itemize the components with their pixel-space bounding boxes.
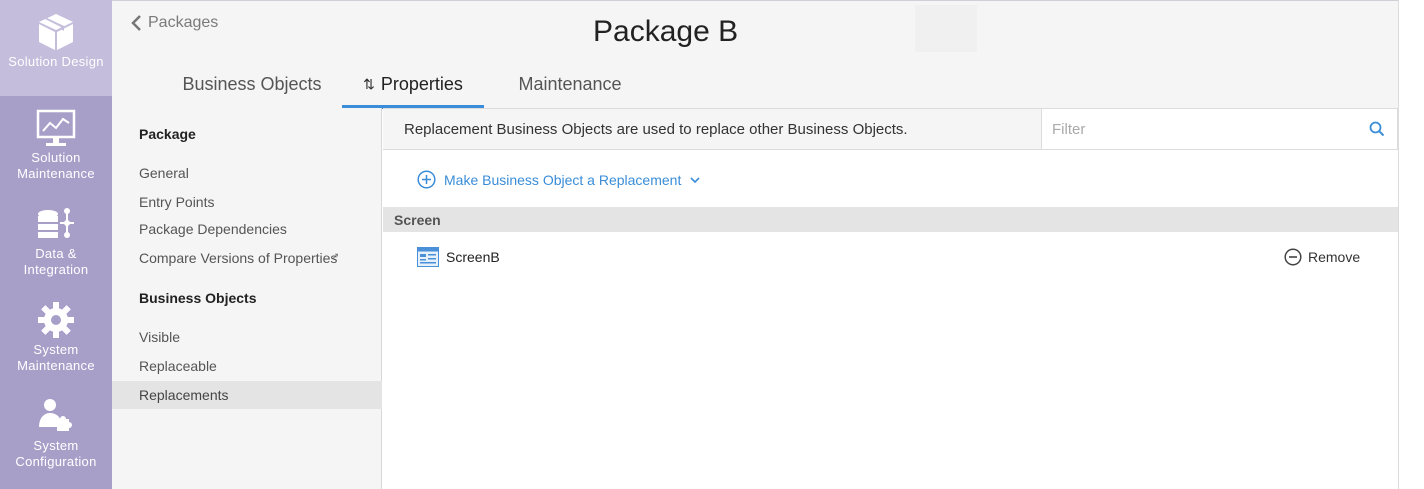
make-replacement-button[interactable]: Make Business Object a Replacement	[417, 170, 701, 189]
nav-label: System Configuration	[15, 438, 97, 469]
make-replacement-label: Make Business Object a Replacement	[444, 171, 682, 188]
filter-box	[1041, 108, 1398, 150]
nav-label: Solution Design	[8, 54, 104, 69]
database-icon	[36, 204, 76, 244]
menu-item-package-dependencies[interactable]: Package Dependencies	[112, 215, 382, 243]
box-icon	[36, 12, 76, 52]
nav-item-system-maintenance[interactable]: System Maintenance	[0, 288, 112, 384]
nav-item-solution-design[interactable]: Solution Design	[0, 0, 112, 96]
left-nav: Solution Design Solution Maintenance Dat…	[0, 0, 112, 489]
row-label: ScreenB	[446, 249, 500, 265]
replacements-content: Replacement Business Objects are used to…	[383, 108, 1398, 489]
menu-item-compare-versions[interactable]: Compare Versions of Properties ↗	[112, 244, 382, 272]
chevron-left-icon	[131, 15, 141, 31]
menu-item-label: Compare Versions of Properties	[139, 250, 338, 266]
plus-circle-icon	[417, 170, 436, 189]
menu-item-replaceable[interactable]: Replaceable	[112, 352, 382, 380]
nav-label: Data & Integration	[23, 246, 89, 277]
external-link-icon: ↗	[331, 250, 339, 261]
menu-heading-business-objects: Business Objects	[139, 290, 257, 306]
group-header-screen: Screen	[383, 207, 1398, 232]
minus-circle-icon	[1284, 248, 1302, 266]
tab-label: Properties	[380, 73, 463, 94]
group-label: Screen	[394, 211, 441, 228]
nav-item-data-integration[interactable]: Data & Integration	[0, 192, 112, 288]
menu-item-replacements[interactable]: Replacements	[112, 381, 382, 409]
tab-maintenance[interactable]: Maintenance	[484, 59, 656, 109]
menu-item-label: Replacements	[139, 387, 229, 403]
header-placeholder-box	[915, 5, 977, 52]
page-header: Packages Package B Business Objects ⇅ Pr…	[112, 0, 1398, 109]
filter-input[interactable]	[1042, 120, 1352, 138]
gear-icon	[36, 300, 76, 340]
properties-side-menu: Package General Entry Points Package Dep…	[112, 108, 382, 489]
back-to-packages-link[interactable]: Packages	[130, 14, 218, 32]
info-bar: Replacement Business Objects are used to…	[383, 108, 1041, 150]
chevron-down-icon	[690, 176, 700, 183]
user-puzzle-icon	[36, 396, 76, 436]
info-text: Replacement Business Objects are used to…	[404, 120, 908, 138]
remove-label: Remove	[1308, 249, 1361, 265]
menu-item-label: Entry Points	[139, 194, 215, 210]
nav-label: System Maintenance	[17, 342, 95, 373]
tab-bar: Business Objects ⇅ Properties Maintenanc…	[162, 59, 656, 109]
menu-item-general[interactable]: General	[112, 159, 382, 187]
tab-business-objects[interactable]: Business Objects	[162, 59, 342, 109]
tab-label: Maintenance	[518, 73, 622, 94]
screen-icon	[417, 247, 439, 267]
monitor-chart-icon	[36, 108, 76, 148]
search-icon[interactable]	[1369, 121, 1385, 137]
back-label: Packages	[148, 14, 219, 31]
tab-properties[interactable]: ⇅ Properties	[342, 59, 484, 109]
menu-item-label: Visible	[139, 329, 180, 345]
sync-icon: ⇅	[363, 75, 375, 92]
page-title: Package B	[593, 15, 739, 48]
remove-button[interactable]: Remove	[1284, 248, 1360, 266]
menu-item-label: Replaceable	[139, 358, 217, 374]
menu-item-label: General	[139, 165, 189, 181]
table-row: ScreenB Remove	[383, 242, 1398, 272]
nav-label: Solution Maintenance	[17, 150, 95, 181]
nav-item-solution-maintenance[interactable]: Solution Maintenance	[0, 96, 112, 192]
menu-item-visible[interactable]: Visible	[112, 323, 382, 351]
right-edge-strip	[1398, 0, 1424, 489]
menu-heading-package: Package	[139, 126, 196, 142]
tab-label: Business Objects	[182, 73, 322, 94]
menu-item-label: Package Dependencies	[139, 221, 287, 237]
nav-item-system-configuration[interactable]: System Configuration	[0, 384, 112, 480]
menu-item-entry-points[interactable]: Entry Points	[112, 188, 382, 216]
